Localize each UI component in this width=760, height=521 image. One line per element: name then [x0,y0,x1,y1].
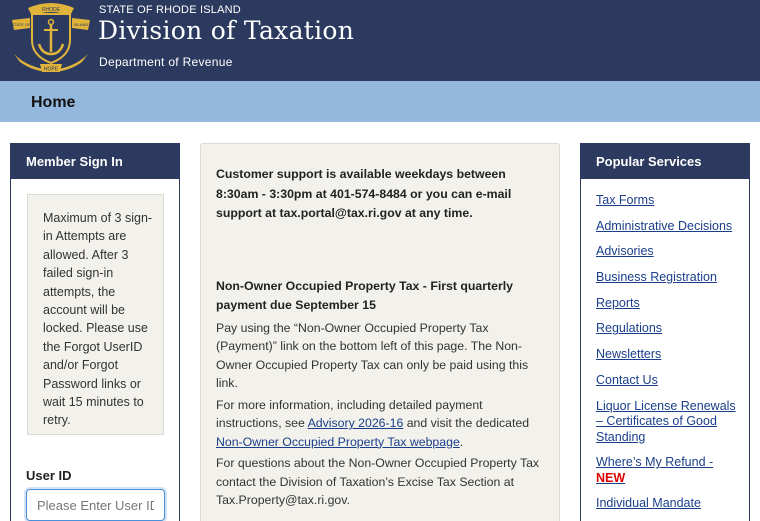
more-info-text-end: . [459,434,464,449]
wheres-my-refund-link[interactable]: Where’s My Refund - NEW [596,455,713,485]
site-title[interactable]: Division of Taxation [98,16,354,45]
individual-mandate-link[interactable]: Individual Mandate [596,496,701,510]
sign-in-heading: Member Sign In [11,144,179,179]
advisory-link[interactable]: Advisory 2026-16 [308,416,404,430]
svg-text:STATE OF: STATE OF [12,22,32,27]
svg-text:ISLAND: ISLAND [74,22,89,27]
tax-forms-link[interactable]: Tax Forms [596,193,654,207]
liquor-license-renewals-link[interactable]: Liquor License Renewals – Certificates o… [596,399,736,444]
list-item: Business Registration [596,270,739,286]
customer-support-notice: Customer support is available weekdays b… [216,167,512,220]
list-item: Individual Mandate [596,496,739,512]
member-sign-in-panel: Member Sign In Maximum of 3 sign-in Atte… [10,143,180,521]
payment-instructions-text: Pay using the “Non-Owner Occupied Proper… [216,320,529,391]
user-id-input[interactable] [26,489,165,521]
reports-link[interactable]: Reports [596,296,640,310]
svg-text:RHODE: RHODE [42,7,61,13]
new-badge: NEW [596,470,626,485]
list-item: Contact Us [596,373,739,389]
nav-home-link[interactable]: Home [31,94,75,112]
questions-contact-text: For questions about the Non-Owner Occupi… [216,456,540,507]
list-item: Advisories [596,244,739,260]
list-item: Where’s My Refund - NEW [596,455,739,486]
rhode-island-seal-logo[interactable]: RHODE STATE OF ISLAND HOPE [8,0,94,74]
site-subtitle: Department of Revenue [99,55,233,69]
list-item: Administrative Decisions [596,219,739,235]
administrative-decisions-link[interactable]: Administrative Decisions [596,219,732,233]
top-nav-bar: Home [0,81,760,122]
wheres-my-refund-label: Where’s My Refund - [596,455,714,470]
state-name: STATE OF RHODE ISLAND [99,4,241,16]
list-item: Newsletters [596,347,739,363]
list-item: Tax Forms [596,193,739,209]
popular-services-list: Tax Forms Administrative Decisions Advis… [581,179,749,512]
business-registration-link[interactable]: Business Registration [596,270,717,284]
list-item: Liquor License Renewals – Certificates o… [596,399,739,446]
announcements-panel: Customer support is available weekdays b… [200,143,560,521]
property-tax-webpage-link[interactable]: Non-Owner Occupied Property Tax webpage [216,435,460,449]
site-header: RHODE STATE OF ISLAND HOPE STATE OF RHOD… [0,0,760,81]
sign-in-attempts-notice: Maximum of 3 sign-in Attempts are allowe… [27,194,164,435]
user-id-label: User ID [26,468,72,483]
property-tax-heading: Non-Owner Occupied Property Tax - First … [216,278,514,313]
advisories-link[interactable]: Advisories [596,244,654,258]
more-info-text: For more information, including detailed… [216,396,545,452]
newsletters-link[interactable]: Newsletters [596,347,661,361]
list-item: Reports [596,296,739,312]
more-info-text-part2: and visit the dedicated [403,416,530,430]
contact-us-link[interactable]: Contact Us [596,373,658,387]
popular-services-heading: Popular Services [581,144,749,179]
list-item: Regulations [596,321,739,337]
popular-services-panel: Popular Services Tax Forms Administrativ… [580,143,750,521]
svg-text:HOPE: HOPE [44,67,59,73]
regulations-link[interactable]: Regulations [596,321,662,335]
